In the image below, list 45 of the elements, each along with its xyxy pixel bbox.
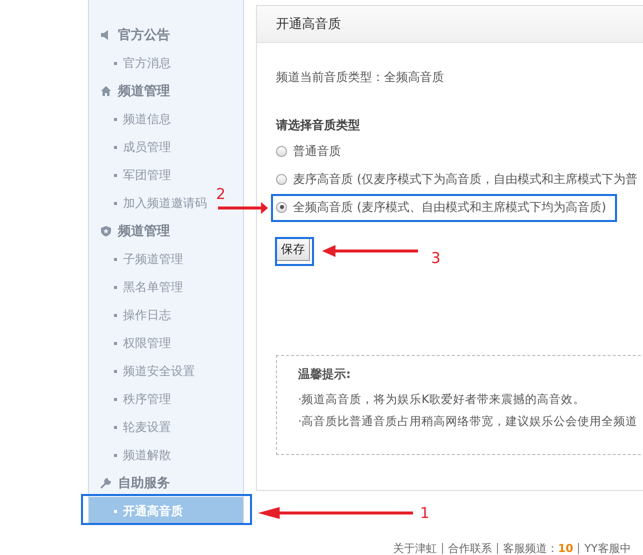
arrow-icon (218, 201, 268, 215)
tips-title: 温馨提示: (298, 366, 352, 383)
footer-link[interactable]: 合作联系 (448, 541, 492, 555)
annotation-number: 2 (216, 185, 226, 203)
option-label[interactable]: 全频高音质 (麦序模式、自由模式和主席模式下均为高音质) (293, 198, 606, 216)
annotation-number: 3 (431, 249, 441, 267)
annotation-number: 1 (420, 504, 430, 522)
tip-text: ·高音质比普通音质占用稍高网络带宽，建议娱乐公会使用全频道 (298, 413, 639, 430)
sidebar-item[interactable]: 成员管理 (89, 133, 171, 161)
radio-button[interactable] (276, 174, 287, 184)
footer-number: 10 (558, 542, 574, 555)
panel-title: 开通高音质 (276, 16, 341, 33)
home-icon (100, 85, 112, 97)
sidebar-item[interactable]: 黑名单管理 (89, 273, 183, 301)
sidebar-item[interactable]: 加入频道邀请码 (89, 189, 207, 217)
sidebar-heading: 官方公告 (118, 26, 170, 44)
footer-link[interactable]: 关于津虹 (393, 541, 437, 555)
sidebar-item[interactable]: 秩序管理 (89, 385, 171, 413)
option-label[interactable]: 麦序高音质 (仅麦序模式下为高音质，自由模式和主席模式下为普 (293, 170, 638, 188)
sidebar-item[interactable]: 操作日志 (89, 301, 171, 329)
sidebar-item[interactable]: 开通高音质 (89, 497, 243, 525)
sidebar-heading: 自助服务 (118, 475, 170, 492)
sidebar-item[interactable]: 权限管理 (89, 329, 171, 357)
arrow-icon (322, 244, 418, 258)
footer-link[interactable]: 客服频道： (503, 541, 558, 555)
radio-button[interactable] (276, 202, 287, 212)
tip-text: ·频道高音质，将为娱乐K歌爱好者带来震撼的高音效。 (298, 391, 586, 408)
sidebar-item[interactable]: 轮麦设置 (89, 413, 171, 441)
choose-label: 请选择音质类型 (276, 117, 361, 134)
sidebar-item[interactable]: 频道安全设置 (89, 357, 195, 385)
sidebar-item[interactable]: 频道解散 (89, 441, 171, 469)
wrench-icon (100, 477, 112, 489)
sidebar-item[interactable]: 军团管理 (89, 161, 171, 189)
highlight-frame (275, 237, 314, 266)
shield-icon (100, 225, 112, 237)
sidebar-heading: 频道管理 (118, 223, 170, 240)
footer-link[interactable]: YY客服中 (584, 541, 631, 555)
sidebar-item[interactable]: 子频道管理 (89, 245, 183, 273)
sidebar-item[interactable]: 频道信息 (89, 105, 171, 133)
option-label[interactable]: 普通音质 (293, 142, 341, 160)
radio-button[interactable] (276, 146, 287, 156)
sidebar-item[interactable]: 官方消息 (89, 49, 171, 77)
current-quality-text: 频道当前音质类型：全频高音质 (276, 69, 445, 86)
sidebar-heading: 频道管理 (118, 83, 170, 100)
arrow-icon (258, 506, 413, 520)
